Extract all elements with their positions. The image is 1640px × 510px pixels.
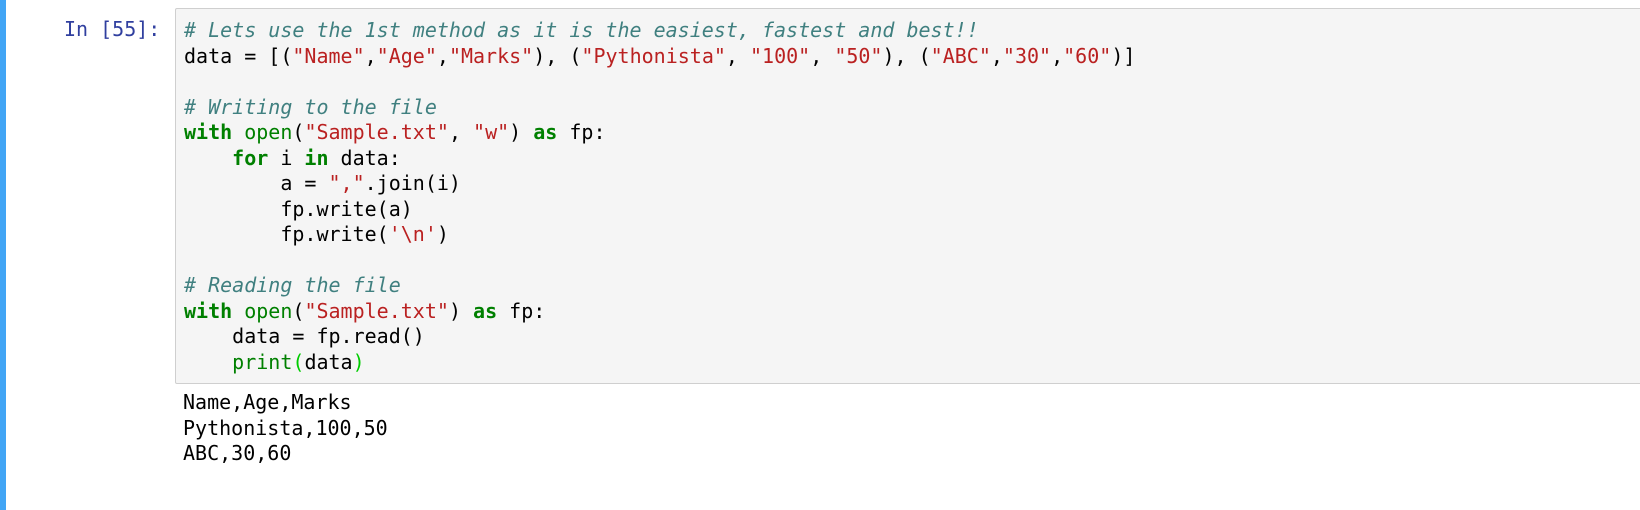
code-line: a = ",".join(i) xyxy=(184,171,461,195)
code-token: )] xyxy=(1111,43,1136,68)
code-token: print xyxy=(232,349,293,374)
code-token: # Reading the file xyxy=(184,273,401,297)
code-token: "Sample.txt" xyxy=(304,120,449,144)
code-line: print(data) xyxy=(184,349,365,374)
code-token: "50" xyxy=(834,43,883,68)
code-token: data = fp.read() xyxy=(184,324,425,348)
code-line: # Writing to the file xyxy=(184,95,437,119)
code-token: , xyxy=(990,43,1003,68)
code-token: fp: xyxy=(497,298,546,323)
code-token: ), ( xyxy=(533,43,582,68)
code-token: "30" xyxy=(1002,43,1052,68)
code-token: fp.write( xyxy=(184,222,389,246)
code-token: , xyxy=(725,43,750,68)
code-token: in xyxy=(304,145,329,170)
input-prompt: In [55]: xyxy=(64,17,161,41)
code-line: for i in data: xyxy=(184,146,401,170)
code-line: # Lets use the 1st method as it is the e… xyxy=(184,18,979,42)
code-line: fp.write('\n') xyxy=(184,222,449,246)
code-line: # Reading the file xyxy=(184,273,401,297)
code-token: "Age" xyxy=(376,43,437,68)
code-token: .join(i) xyxy=(364,171,461,195)
code-token: # Writing to the file xyxy=(184,94,437,119)
code-token: as xyxy=(533,120,558,144)
selected-cell-indicator xyxy=(0,0,6,510)
code-token: "60" xyxy=(1063,43,1112,68)
code-token: , xyxy=(448,120,474,144)
code-token: data: xyxy=(328,145,401,170)
code-token: data = [( xyxy=(184,43,293,68)
code-token: "Marks" xyxy=(448,43,534,68)
code-token: "w" xyxy=(473,120,510,144)
code-line: with open("Sample.txt") as fp: xyxy=(184,299,545,323)
output-line: ABC,30,60 xyxy=(183,441,292,465)
code-token: "Name" xyxy=(292,43,365,68)
code-token: , xyxy=(1051,43,1064,68)
code-token: ) xyxy=(509,120,534,144)
code-token: ( xyxy=(292,120,305,144)
code-input-area[interactable]: # Lets use the 1st method as it is the e… xyxy=(175,8,1640,384)
code-token: open xyxy=(244,120,293,144)
code-token: ( xyxy=(292,298,305,323)
code-token: ( xyxy=(292,349,305,374)
code-token: "Sample.txt" xyxy=(304,298,449,323)
code-token: ) xyxy=(436,222,449,246)
code-token: with xyxy=(184,298,233,323)
code-token: i xyxy=(268,145,305,170)
output-line: Name,Age,Marks xyxy=(183,390,352,414)
code-token: a = xyxy=(184,171,329,195)
code-token: as xyxy=(473,298,498,323)
cell-output: Name,Age,Marks Pythonista,100,50 ABC,30,… xyxy=(183,390,388,467)
code-token: ) xyxy=(448,298,474,323)
code-token: , xyxy=(810,43,835,68)
output-line: Pythonista,100,50 xyxy=(183,415,388,440)
code-token: data xyxy=(304,349,353,374)
code-token: ), ( xyxy=(882,43,931,68)
code-token: # Lets use the 1st method as it is the e… xyxy=(184,18,979,42)
code-token: fp: xyxy=(557,120,606,144)
code-token: for xyxy=(232,145,269,170)
code-token: fp.write(a) xyxy=(184,196,413,221)
code-token: , xyxy=(436,43,449,68)
code-token: open xyxy=(244,298,293,323)
code-token: "ABC" xyxy=(930,43,991,68)
code-token: "Pythonista" xyxy=(581,43,726,68)
code-line: data = fp.read() xyxy=(184,324,425,348)
code-token: '\n' xyxy=(388,222,437,246)
code-token: ) xyxy=(352,349,365,374)
code-token: with xyxy=(184,120,233,144)
code-line: data = [("Name","Age","Marks"), ("Python… xyxy=(184,44,1135,68)
code-line: with open("Sample.txt", "w") as fp: xyxy=(184,120,606,144)
code-token: "100" xyxy=(750,43,811,68)
code-token: "," xyxy=(328,171,365,195)
code-token: , xyxy=(364,43,377,68)
code-line: fp.write(a) xyxy=(184,196,413,221)
code-editor[interactable]: # Lets use the 1st method as it is the e… xyxy=(184,18,1135,375)
